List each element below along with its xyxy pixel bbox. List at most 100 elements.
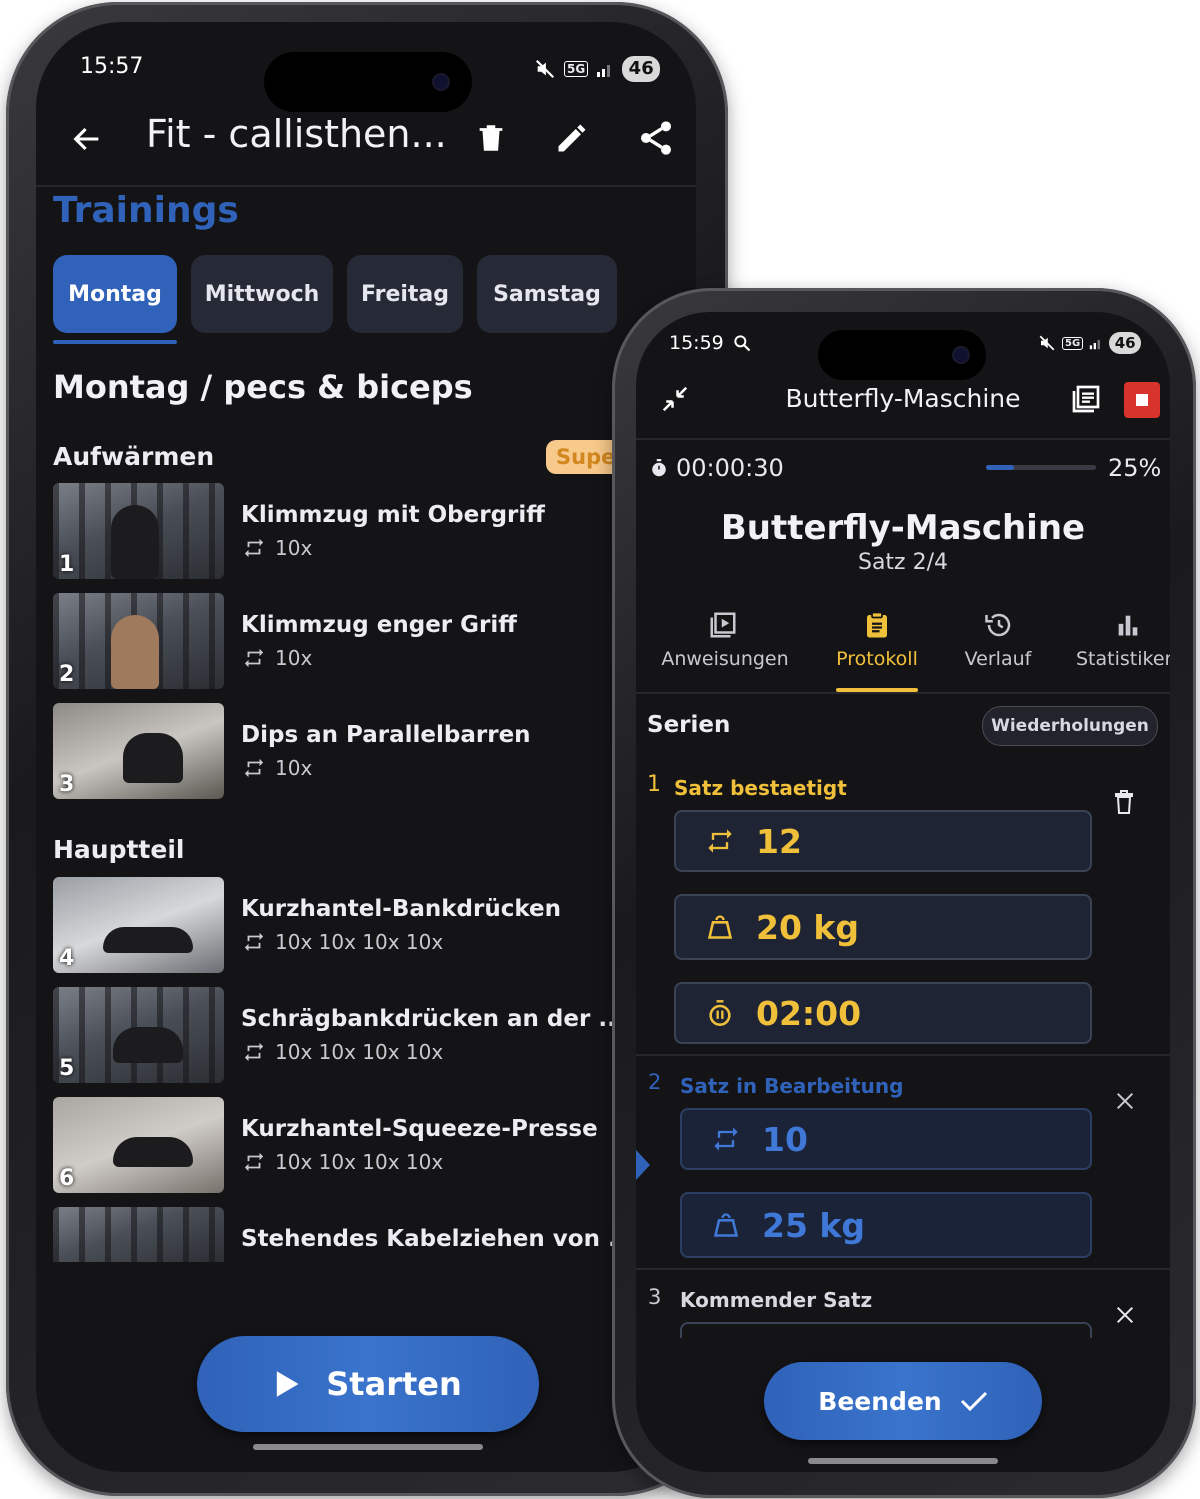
edit-pencil-icon[interactable] [554, 120, 590, 156]
weight-icon [713, 1213, 739, 1237]
exercise-thumbnail[interactable]: 3 [53, 703, 224, 799]
set-status: Satz bestaetigt [674, 776, 847, 800]
battery-indicator: 46 [622, 56, 661, 82]
set-divider [636, 1268, 1170, 1270]
repeat-icon [244, 758, 264, 778]
share-icon[interactable] [636, 118, 676, 158]
weight-icon [707, 915, 733, 939]
network-5g-icon: 5G [1062, 336, 1084, 350]
set-counter: Satz 2/4 [857, 550, 949, 575]
checkmark-icon [960, 1391, 987, 1412]
delete-icon[interactable] [474, 120, 508, 156]
mute-icon [535, 59, 555, 79]
exercise-reps: 10x 10x 10x 10x [243, 1040, 443, 1064]
exercise-reps: 10x [243, 536, 312, 560]
battery-indicator: 46 [1109, 332, 1142, 354]
list-fade [36, 1262, 696, 1292]
progress-label: 25% [1108, 454, 1162, 482]
phone-screen-left: 15:57 5G 46 Fit - callisthen... Training… [36, 22, 696, 1472]
back-arrow-icon[interactable] [70, 122, 104, 156]
mute-icon [1039, 335, 1055, 351]
tab-freitag[interactable]: Freitag [347, 255, 463, 333]
set-number: 3 [648, 1285, 662, 1309]
set-status: Kommender Satz [680, 1288, 873, 1312]
tab-samstag[interactable]: Samstag [477, 255, 617, 333]
bar-chart-icon [1118, 615, 1138, 636]
phone-screen-right: 15:59 5G 46 Butterfly-Maschine 00:00:30 … [636, 312, 1170, 1472]
exercise-name[interactable]: Klimmzug mit Obergriff [241, 502, 545, 528]
start-button[interactable]: Starten [197, 1336, 539, 1432]
tab-mittwoch[interactable]: Mittwoch [191, 255, 333, 333]
play-icon [277, 1371, 299, 1397]
history-icon [985, 613, 1011, 637]
group-label-main: Hauptteil [53, 835, 185, 864]
reps-field[interactable]: 12 [674, 810, 1092, 872]
signal-icon [597, 65, 611, 77]
exercise-name[interactable]: Dips an Parallelbarren [241, 722, 531, 748]
delete-icon[interactable] [1112, 788, 1136, 816]
repeat-icon [714, 1127, 738, 1151]
repeat-icon [708, 829, 732, 853]
active-tab-indicator [53, 340, 177, 344]
exercise-name[interactable]: Klimmzug enger Griff [241, 612, 517, 638]
rest-timer-field[interactable]: 02:00 [674, 982, 1092, 1044]
exercise-thumbnail[interactable]: 5 [53, 987, 224, 1083]
network-5g-icon: 5G [564, 61, 589, 77]
close-icon[interactable] [1114, 1304, 1136, 1326]
front-camera [434, 75, 448, 89]
status-icons: 5G 46 [1038, 332, 1142, 354]
tab-anweisungen[interactable]: Anweisungen [650, 648, 800, 670]
series-heading: Serien [647, 712, 731, 738]
exercise-thumbnail[interactable]: 6 [53, 1097, 224, 1193]
reps-mode-chip[interactable]: Wiederholungen [982, 706, 1158, 746]
close-icon[interactable] [1114, 1090, 1136, 1112]
appbar-divider [36, 185, 696, 187]
exercise-name[interactable]: Kurzhantel-Squeeze-Presse [241, 1116, 598, 1142]
exercise-name[interactable]: Kurzhantel-Bankdrücken [241, 896, 561, 922]
tab-protokoll[interactable]: Protokoll [812, 648, 942, 670]
tab-montag[interactable]: Montag [53, 255, 177, 333]
group-label-warmup: Aufwärmen [53, 442, 215, 471]
stop-button[interactable] [1124, 382, 1160, 418]
clipboard-icon [867, 611, 887, 638]
exercise-name[interactable]: Schrägbankdrücken an der ... [241, 1006, 625, 1032]
search-icon [734, 335, 751, 352]
exercise-reps: 10x [243, 756, 312, 780]
home-indicator [253, 1444, 483, 1450]
exercise-name[interactable]: Stehendes Kabelziehen von ... [241, 1226, 634, 1252]
reps-field[interactable]: 10 [680, 1108, 1092, 1170]
set-status: Satz in Bearbeitung [680, 1074, 904, 1098]
exercise-thumbnail[interactable]: 1 [53, 483, 224, 579]
exercise-thumbnail[interactable] [53, 1207, 224, 1262]
exercise-title: Butterfly-Maschine [720, 508, 1086, 548]
exercise-thumbnail[interactable]: 4 [53, 877, 224, 973]
weight-field[interactable]: 20 kg [674, 894, 1092, 960]
repeat-icon [244, 932, 264, 952]
appbar-title: Fit - callisthen... [146, 112, 447, 156]
exercise-reps: 10x 10x 10x 10x [243, 930, 443, 954]
exercise-reps: 10x 10x 10x 10x [243, 1150, 443, 1174]
stopwatch-icon [652, 459, 666, 477]
exercise-thumbnail[interactable]: 2 [53, 593, 224, 689]
repeat-icon [244, 538, 264, 558]
status-time: 15:59 [669, 332, 724, 354]
signal-icon [1089, 339, 1101, 350]
exercise-reps: 10x [243, 646, 312, 670]
timer-readout: 00:00:30 [650, 454, 784, 482]
section-title: Trainings [53, 190, 239, 231]
weight-field[interactable]: 25 kg [680, 1192, 1092, 1258]
status-time: 15:57 [80, 54, 144, 79]
stop-icon [1136, 394, 1148, 406]
tab-verlauf[interactable]: Verlauf [948, 648, 1048, 670]
status-left: 15:59 [669, 332, 752, 354]
tab-statistiken[interactable]: Statistiken [1076, 648, 1170, 670]
current-set-marker-icon [636, 1150, 650, 1180]
video-library-icon [710, 612, 736, 638]
workout-title: Montag / pecs & biceps [53, 368, 473, 406]
appbar-divider [636, 438, 1170, 440]
tabs-divider [636, 692, 1170, 694]
repeat-icon [244, 1042, 264, 1062]
finish-button[interactable]: Beenden [764, 1362, 1042, 1440]
notes-icon[interactable] [1070, 383, 1102, 415]
home-indicator [808, 1458, 998, 1464]
